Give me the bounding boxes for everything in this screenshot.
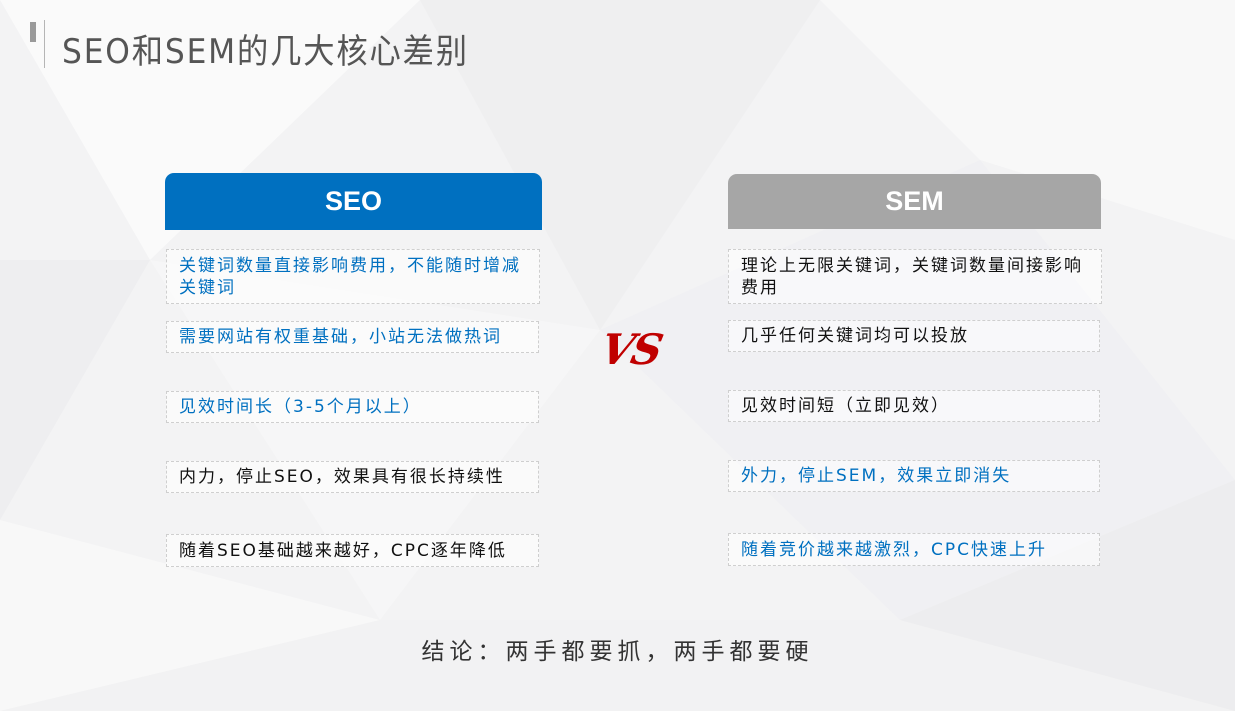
seo-item-2: 需要网站有权重基础，小站无法做热词 bbox=[166, 321, 539, 353]
sem-item-4: 外力，停止SEM，效果立即消失 bbox=[728, 460, 1100, 492]
sem-item-4-text: 外力，停止SEM，效果立即消失 bbox=[741, 466, 1012, 486]
seo-item-3-text: 见效时间长（3-5个月以上） bbox=[179, 397, 422, 417]
seo-item-2-text: 需要网站有权重基础，小站无法做热词 bbox=[179, 327, 502, 347]
sem-item-2: 几乎任何关键词均可以投放 bbox=[728, 320, 1100, 352]
seo-item-5: 随着SEO基础越来越好，CPC逐年降低 bbox=[166, 534, 539, 567]
seo-item-3: 见效时间长（3-5个月以上） bbox=[166, 391, 539, 423]
sem-item-3: 见效时间短（立即见效） bbox=[728, 390, 1100, 422]
sem-item-5-text: 随着竞价越来越激烈，CPC快速上升 bbox=[741, 539, 1047, 560]
sem-item-2-text: 几乎任何关键词均可以投放 bbox=[741, 326, 969, 346]
sem-item-5: 随着竞价越来越激烈，CPC快速上升 bbox=[728, 533, 1100, 566]
seo-column-header: SEO bbox=[165, 173, 542, 230]
vs-label: VS bbox=[596, 324, 666, 374]
sem-item-1: 理论上无限关键词，关键词数量间接影响费用 bbox=[728, 249, 1102, 304]
seo-item-1: 关键词数量直接影响费用，不能随时增减关键词 bbox=[166, 249, 540, 304]
sem-item-1-text: 理论上无限关键词，关键词数量间接影响费用 bbox=[741, 255, 1083, 298]
conclusion-text: 结论：两手都要抓，两手都要硬 bbox=[421, 639, 814, 665]
title-accent-bar bbox=[30, 22, 36, 42]
seo-item-4-text: 内力，停止SEO，效果具有很长持续性 bbox=[179, 467, 505, 487]
title-divider bbox=[44, 20, 45, 68]
sem-item-3-text: 见效时间短（立即见效） bbox=[741, 396, 950, 416]
seo-item-4: 内力，停止SEO，效果具有很长持续性 bbox=[166, 461, 539, 493]
seo-item-1-text: 关键词数量直接影响费用，不能随时增减关键词 bbox=[179, 255, 521, 298]
sem-column-header: SEM bbox=[728, 174, 1101, 229]
seo-item-5-text: 随着SEO基础越来越好，CPC逐年降低 bbox=[179, 540, 507, 561]
page-title: SEO和SEM的几大核心差别 bbox=[62, 32, 469, 72]
